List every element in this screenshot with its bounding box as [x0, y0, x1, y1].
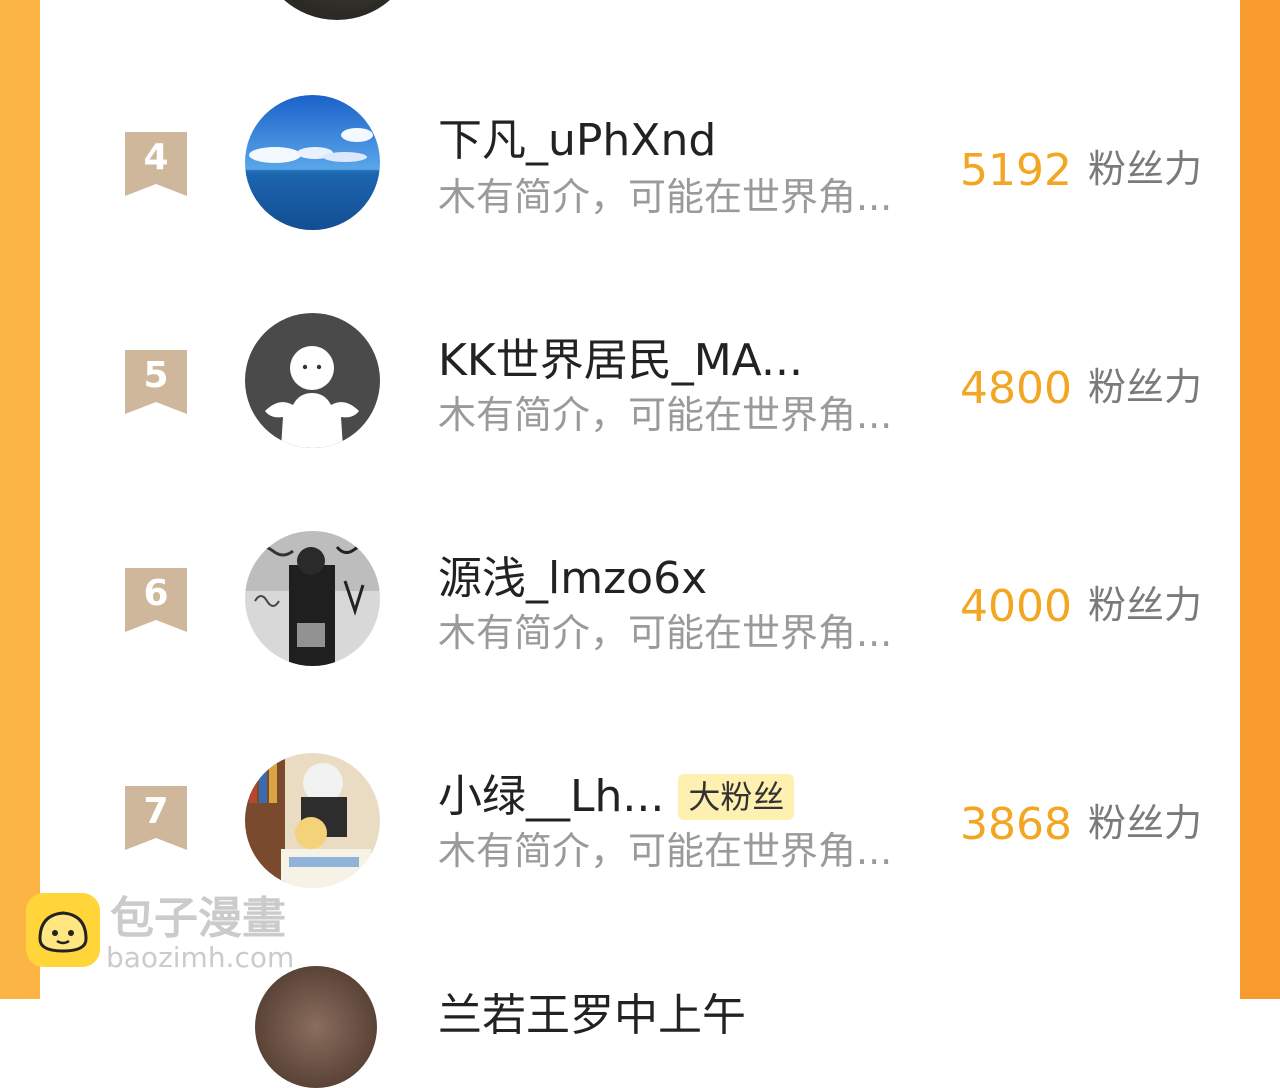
fan-power-label: 粉丝力 [1088, 147, 1203, 191]
previous-entry-avatar[interactable] [257, 0, 417, 20]
fan-power-score: 4000 [960, 581, 1072, 632]
rank-badge: 6 [125, 568, 187, 632]
fan-power-label: 粉丝力 [1088, 583, 1203, 627]
graffiti-photo-avatar[interactable] [245, 531, 380, 666]
fan-power-score: 3868 [960, 799, 1072, 850]
rank-number: 6 [143, 573, 169, 614]
name-line: 小绿__Lh... 大粉丝 [438, 771, 795, 823]
name-line: 下凡_uPhXnd [438, 115, 716, 167]
next-entry-avatar[interactable] [255, 966, 377, 1088]
name-line: KK世界居民_MA... [438, 335, 803, 387]
user-intro: 木有简介，可能在世界角... [438, 611, 893, 655]
user-name[interactable]: 源浅_lmzo6x [438, 553, 707, 605]
fan-power-label: 粉丝力 [1088, 801, 1203, 845]
user-intro: 木有简介，可能在世界角... [438, 175, 893, 219]
next-entry-name[interactable]: 兰若王罗中上午 [438, 990, 746, 1042]
big-fan-tag: 大粉丝 [678, 774, 795, 820]
fan-power-score: 4800 [960, 363, 1072, 414]
user-intro: 木有简介，可能在世界角... [438, 393, 893, 437]
watermark-url: baozimh.com [106, 941, 295, 974]
watermark: 包子漫畫 baozimh.com [26, 893, 326, 983]
rank-badge: 4 [125, 132, 187, 196]
rank-badge: 7 [125, 786, 187, 850]
user-name[interactable]: 小绿__Lh... [438, 771, 664, 823]
list-item[interactable]: 4 下凡_uPhXnd 木有简介，可能在世界角... 5192 粉丝力 [40, 55, 1240, 273]
user-name[interactable]: 下凡_uPhXnd [438, 115, 716, 167]
bun-logo-icon [26, 893, 100, 967]
anime-avatar[interactable] [245, 753, 380, 888]
watermark-title: 包子漫畫 [110, 893, 286, 944]
name-line: 源浅_lmzo6x [438, 553, 707, 605]
rank-badge: 5 [125, 350, 187, 414]
user-intro: 木有简介，可能在世界角... [438, 829, 893, 873]
rank-number: 7 [143, 791, 169, 832]
user-name[interactable]: KK世界居民_MA... [438, 335, 803, 387]
rank-number: 4 [143, 137, 169, 178]
list-item[interactable]: 6 源浅_lmzo6x 木有简介，可能在世界角... 4000 粉丝力 [40, 491, 1240, 709]
fan-power-score: 5192 [960, 145, 1072, 196]
ocean-sky-avatar[interactable] [245, 95, 380, 230]
rank-number: 5 [143, 355, 169, 396]
default-user-avatar[interactable] [245, 313, 380, 448]
ranking-list-card: 4 下凡_uPhXnd 木有简介，可能在世界角... 5192 粉丝力 5 KK… [40, 0, 1240, 1088]
fan-power-label: 粉丝力 [1088, 365, 1203, 409]
list-item[interactable]: 5 KK世界居民_MA... 木有简介，可能在世界角... 4800 粉丝力 [40, 273, 1240, 491]
